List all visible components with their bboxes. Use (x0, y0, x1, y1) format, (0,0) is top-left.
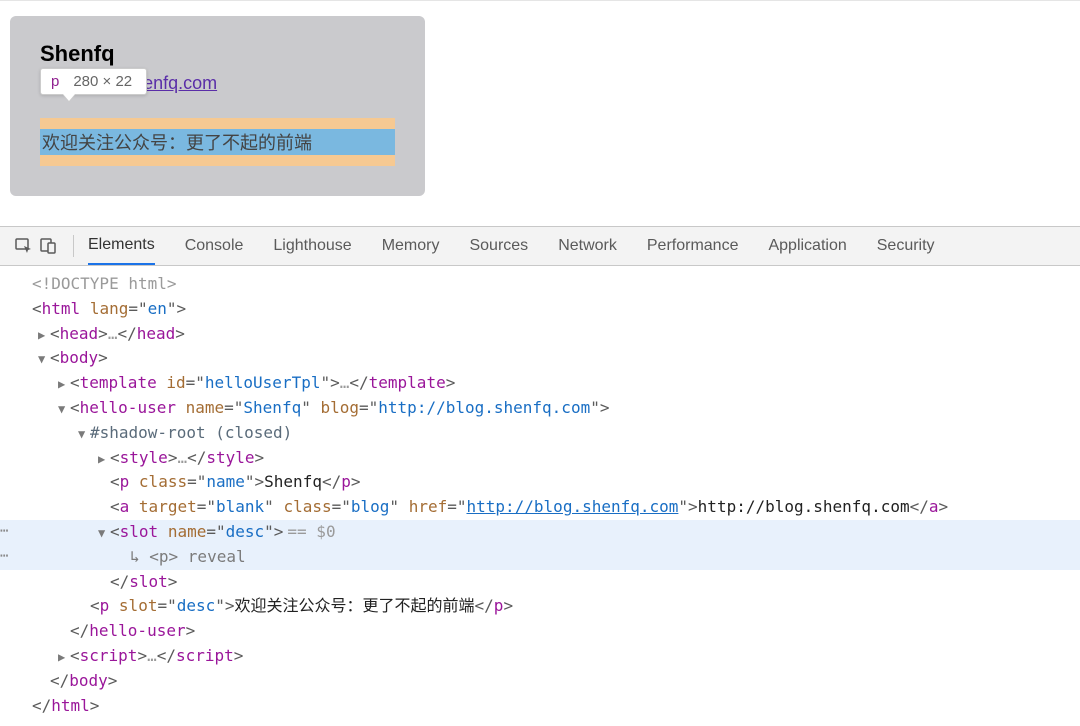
dom-p-slotted[interactable]: <p slot="desc">欢迎关注公众号：更了不起的前端</p> (0, 594, 1080, 619)
toggle-icon[interactable] (98, 450, 108, 469)
dom-doctype[interactable]: <!DOCTYPE html> (0, 272, 1080, 297)
dom-hello-user-close[interactable]: </hello-user> (0, 619, 1080, 644)
toggle-icon[interactable] (38, 350, 48, 369)
dom-shadow-root[interactable]: #shadow-root (closed) (0, 421, 1080, 446)
device-toggle-icon[interactable] (39, 236, 59, 256)
card: Shenfq http://blog.shenfq.com p 280 × 22… (10, 16, 425, 196)
devtools-tabs: Elements Console Lighthouse Memory Sourc… (88, 227, 935, 265)
dom-slot-open[interactable]: <slot name="desc">== $0 (0, 520, 1080, 545)
toggle-icon[interactable] (78, 425, 88, 444)
dom-template[interactable]: <template id="helloUserTpl">…</template> (0, 371, 1080, 396)
dom-slot-close[interactable]: </slot> (0, 570, 1080, 595)
toolbar-separator (73, 235, 74, 257)
rendered-page: Shenfq http://blog.shenfq.com p 280 × 22… (0, 0, 1080, 226)
dom-head[interactable]: <head>…</head> (0, 322, 1080, 347)
dom-hello-user-open[interactable]: <hello-user name="Shenfq" blog="http://b… (0, 396, 1080, 421)
element-highlight-content: 欢迎关注公众号：更了不起的前端 (40, 129, 395, 155)
tooltip-dimensions: 280 × 22 (73, 73, 132, 90)
slotted-text: 欢迎关注公众号：更了不起的前端 (42, 129, 312, 155)
dom-body-open[interactable]: <body> (0, 346, 1080, 371)
elements-tree[interactable]: <!DOCTYPE html> <html lang="en"> <head>…… (0, 266, 1080, 724)
tab-security[interactable]: Security (877, 227, 935, 265)
toggle-icon[interactable] (58, 375, 68, 394)
inspect-tooltip: p 280 × 22 (40, 68, 147, 95)
dom-script[interactable]: <script>…</script> (0, 644, 1080, 669)
dom-html-open[interactable]: <html lang="en"> (0, 297, 1080, 322)
dom-body-close[interactable]: </body> (0, 669, 1080, 694)
dom-anchor[interactable]: <a target="blank" class="blog" href="htt… (0, 495, 1080, 520)
toggle-icon[interactable] (38, 326, 48, 345)
dom-html-close[interactable]: </html> (0, 694, 1080, 719)
tab-memory[interactable]: Memory (382, 227, 440, 265)
toggle-icon[interactable] (58, 400, 68, 419)
tab-performance[interactable]: Performance (647, 227, 739, 265)
card-heading: Shenfq (40, 41, 395, 67)
toggle-icon[interactable] (98, 524, 108, 543)
dom-p-name[interactable]: <p class="name">Shenfq</p> (0, 470, 1080, 495)
devtools-toolbar: Elements Console Lighthouse Memory Sourc… (0, 226, 1080, 266)
tab-network[interactable]: Network (558, 227, 617, 265)
dom-reveal[interactable]: ↳ <p> reveal (0, 545, 1080, 570)
tooltip-tag: p (51, 73, 59, 90)
element-picker-icon[interactable] (14, 236, 34, 256)
element-highlight-margin: 欢迎关注公众号：更了不起的前端 (40, 118, 395, 166)
tab-lighthouse[interactable]: Lighthouse (273, 227, 351, 265)
tab-console[interactable]: Console (185, 227, 244, 265)
dom-style[interactable]: <style>…</style> (0, 446, 1080, 471)
tab-sources[interactable]: Sources (469, 227, 528, 265)
toggle-icon[interactable] (58, 648, 68, 667)
tab-elements[interactable]: Elements (88, 227, 155, 265)
tab-application[interactable]: Application (768, 227, 846, 265)
